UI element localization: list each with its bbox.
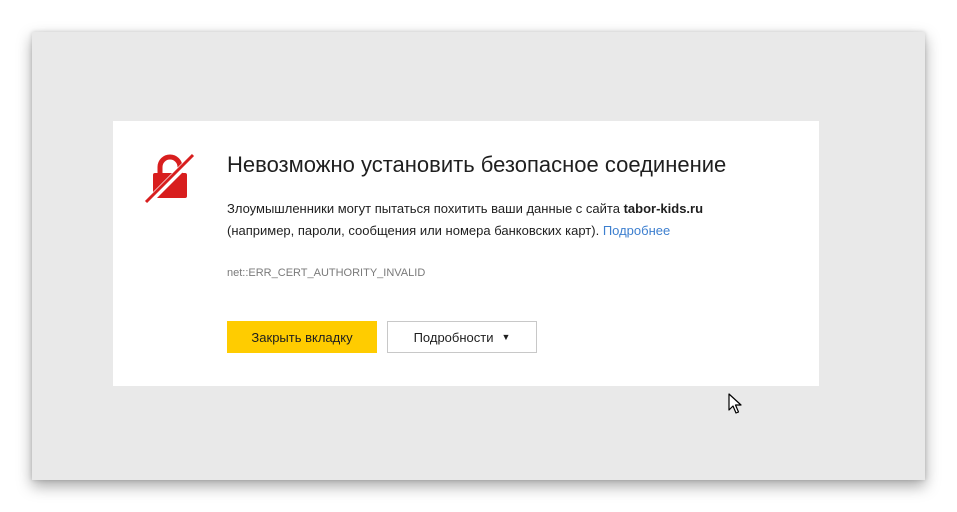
page-title: Невозможно установить безопасное соедине… xyxy=(227,152,727,177)
site-domain: tabor-kids.ru xyxy=(623,201,704,216)
learn-more-link[interactable]: Подробнее xyxy=(603,223,670,238)
description-text: Злоумышленники могут пытаться похитить в… xyxy=(227,201,624,216)
error-card: Невозможно установить безопасное соедине… xyxy=(113,121,819,386)
close-tab-label: Закрыть вкладку xyxy=(251,329,353,345)
description-text-2: (например, пароли, сообщения или номера … xyxy=(227,223,600,238)
mouse-pointer-icon xyxy=(728,393,742,414)
close-tab-button[interactable]: Закрыть вкладку xyxy=(227,321,377,353)
details-button[interactable]: Подробности ▼ xyxy=(387,321,537,353)
error-code: net::ERR_CERT_AUTHORITY_INVALID xyxy=(227,267,426,279)
details-label: Подробности xyxy=(413,329,494,345)
error-description: Злоумышленники могут пытаться похитить в… xyxy=(227,198,787,242)
broken-lock-icon xyxy=(144,152,197,205)
chevron-down-icon: ▼ xyxy=(501,332,511,342)
browser-tab-content: Невозможно установить безопасное соедине… xyxy=(32,32,925,480)
